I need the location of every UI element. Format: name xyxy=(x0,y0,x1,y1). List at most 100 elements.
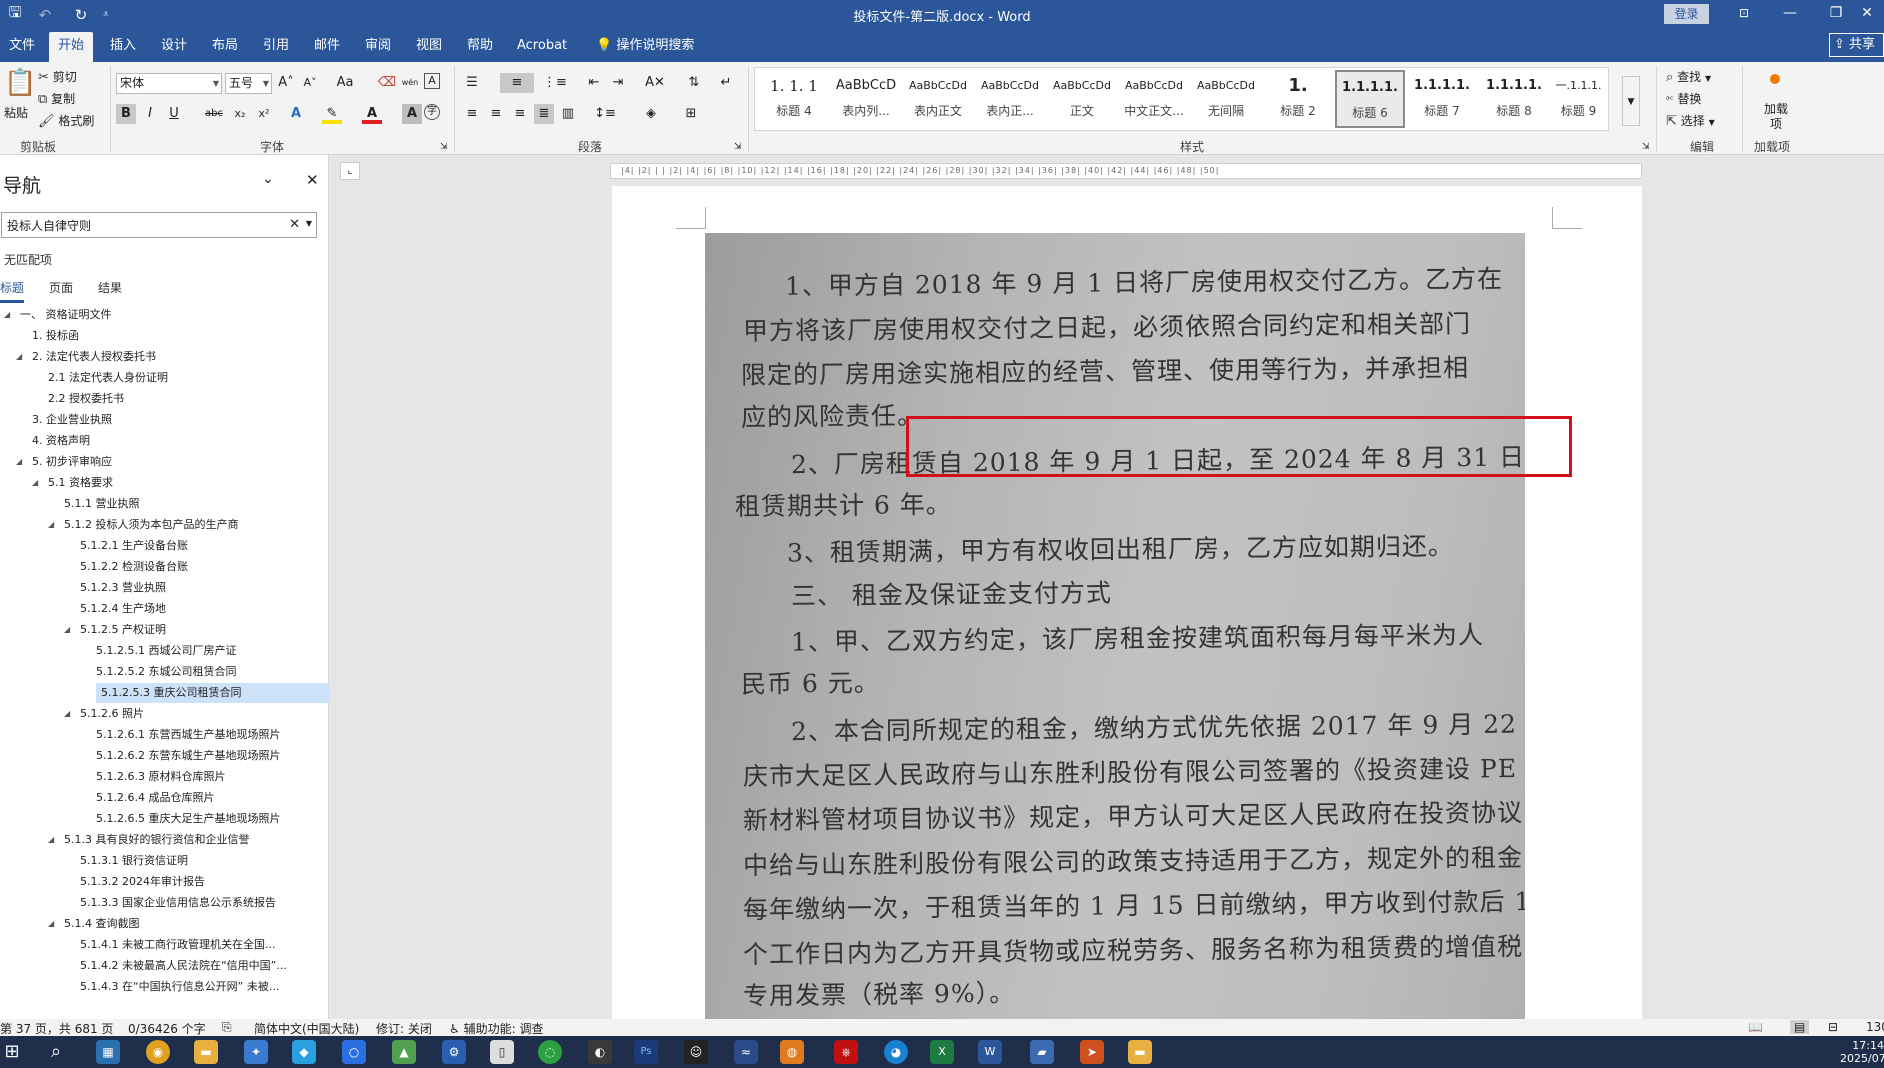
close-icon[interactable]: ✕ xyxy=(306,171,319,189)
app-orange-icon[interactable]: ◍ xyxy=(780,1040,804,1064)
sort-icon[interactable]: ⇅ xyxy=(684,73,704,93)
read-mode-icon[interactable]: 📖 xyxy=(1748,1020,1763,1034)
scanned-contract-image[interactable]: 1、甲方自 2018 年 9 月 1 日将厂房使用权交付乙方。乙方在 甲方将该厂房… xyxy=(705,233,1525,1019)
style-heading-6[interactable]: 1.1.1.1. 标题 6 xyxy=(1335,70,1405,128)
chevron-down-icon[interactable]: ⌄ xyxy=(262,171,274,187)
search-options-icon[interactable]: ▼ xyxy=(306,219,312,228)
expand-toggle-icon[interactable]: ◢ xyxy=(16,347,22,367)
align-left-icon[interactable]: ≡ xyxy=(462,104,482,124)
ribbon-display-icon[interactable]: ⊡ xyxy=(1721,0,1767,29)
nav-heading-item[interactable]: 5.1.2.5.2 东城公司租赁合同 xyxy=(0,662,320,682)
nav-heading-item[interactable]: ◢ 5.1.3 具有良好的银行资信和企业信誉 xyxy=(0,830,320,850)
paste-label[interactable]: 粘贴 xyxy=(4,104,28,121)
align-right-icon[interactable]: ≡ xyxy=(510,104,530,124)
excel-icon[interactable]: X xyxy=(930,1040,954,1064)
tab-review[interactable]: 审阅 xyxy=(356,36,400,56)
shrink-font-button[interactable]: A˅ xyxy=(300,73,320,93)
web-layout-icon[interactable]: ⊟ xyxy=(1828,1020,1838,1034)
folder-icon[interactable]: ▬ xyxy=(194,1040,218,1064)
nav-heading-item[interactable]: 5.1.2.3 营业执照 xyxy=(0,578,320,598)
copy-button[interactable]: ⧉ 复制 xyxy=(38,90,75,107)
replace-button[interactable]: ᵃᶜ 替换 xyxy=(1666,90,1701,107)
language-status[interactable]: 简体中文(中国大陆) xyxy=(254,1020,359,1037)
nav-heading-item[interactable]: ◢ 5.1.2.5 产权证明 xyxy=(0,620,320,640)
select-button[interactable]: ⇱ 选择 ▼ xyxy=(1666,112,1715,129)
style-no-spacing[interactable]: AaBbCcDd 无间隔 xyxy=(1191,70,1261,128)
windows-start-icon[interactable]: ⊞ xyxy=(0,1040,24,1064)
align-center-icon[interactable]: ≡ xyxy=(486,104,506,124)
acrobat-icon[interactable]: ⎈ xyxy=(834,1040,858,1064)
nav-heading-item[interactable]: 5.1.2.6.3 原材料仓库照片 xyxy=(0,767,320,787)
share-button[interactable]: ⇪ 共享 xyxy=(1829,33,1884,57)
app-blue-icon[interactable]: ⚙ xyxy=(442,1040,466,1064)
app-bird-icon[interactable]: ➤ xyxy=(1080,1040,1104,1064)
qq-icon[interactable]: ☺ xyxy=(684,1040,708,1064)
styles-dialog-launcher-icon[interactable]: ⇲ xyxy=(1642,142,1650,152)
folder-icon[interactable]: ▬ xyxy=(1128,1040,1152,1064)
tab-acrobat[interactable]: Acrobat xyxy=(508,36,576,56)
horizontal-ruler[interactable]: |4| |2| | | |2| |4| |6| |8| |10| |12| |1… xyxy=(610,163,1642,179)
char-shading-icon[interactable]: A xyxy=(402,104,422,124)
app-cup-icon[interactable]: ▯ xyxy=(490,1040,514,1064)
nav-heading-item[interactable]: 5.1.2.6.4 成品仓库照片 xyxy=(0,788,320,808)
style-heading-8[interactable]: 1.1.1.1. 标题 8 xyxy=(1479,70,1549,128)
tab-insert[interactable]: 插入 xyxy=(101,36,145,56)
nav-heading-item[interactable]: 2.1 法定代表人身份证明 xyxy=(0,368,320,388)
tab-mailings[interactable]: 邮件 xyxy=(305,36,349,56)
nav-heading-item[interactable]: 5.1.2.5.1 西城公司厂房产证 xyxy=(0,641,320,661)
edge-icon[interactable]: ◕ xyxy=(884,1040,908,1064)
nav-tab-headings[interactable]: 标题 xyxy=(0,279,25,303)
addins-icon[interactable] xyxy=(1770,74,1780,84)
expand-toggle-icon[interactable]: ◢ xyxy=(64,704,70,724)
expand-toggle-icon[interactable]: ◢ xyxy=(4,305,10,325)
style-table-body[interactable]: AaBbCcDd 表内正文 xyxy=(903,70,973,128)
nav-heading-item[interactable]: 4. 资格声明 xyxy=(0,431,320,451)
decrease-indent-icon[interactable]: ⇤ xyxy=(584,73,604,93)
nav-heading-item[interactable]: ◢ 5.1.2.6 照片 xyxy=(0,704,320,724)
nav-heading-item[interactable]: 3. 企业营业执照 xyxy=(0,410,320,430)
style-heading-2[interactable]: 1. 标题 2 xyxy=(1263,70,1333,128)
nav-heading-item[interactable]: ◢ 5.1.2 投标人须为本包产品的生产商 xyxy=(0,515,320,535)
tab-file[interactable]: 文件 xyxy=(0,36,44,56)
style-chinese-body[interactable]: AaBbCcDd 中文正文... xyxy=(1119,70,1189,128)
print-layout-icon[interactable]: ▤ xyxy=(1790,1020,1810,1034)
bold-button[interactable]: B xyxy=(116,104,136,124)
strikethrough-button[interactable]: abc xyxy=(200,104,228,124)
enclose-char-icon[interactable]: 字 xyxy=(424,104,440,120)
paste-icon[interactable]: 📋 xyxy=(4,68,36,98)
tab-selector-icon[interactable]: ⌞ xyxy=(340,162,360,180)
distributed-icon[interactable]: ▥ xyxy=(558,104,578,124)
photoshop-icon[interactable]: Ps xyxy=(634,1040,658,1064)
nav-heading-item[interactable]: 5.1.1 营业执照 xyxy=(0,494,320,514)
style-normal[interactable]: AaBbCcDd 正文 xyxy=(1047,70,1117,128)
proofing-icon[interactable]: ⎘ xyxy=(222,1020,232,1035)
nav-heading-item[interactable]: ◢ 5.1.4 查询截图 xyxy=(0,914,320,934)
app-icon[interactable]: ✦ xyxy=(244,1040,268,1064)
nav-heading-item[interactable]: ◢ 5. 初步评审响应 xyxy=(0,452,320,472)
nav-tab-pages[interactable]: 页面 xyxy=(49,279,73,296)
nav-heading-item[interactable]: 5.1.3.2 2024年审计报告 xyxy=(0,872,320,892)
system-clock[interactable]: 17:14 2025/07 xyxy=(1840,1039,1884,1065)
nav-heading-item[interactable]: 5.1.2.6.1 东营西城生产基地现场照片 xyxy=(0,725,320,745)
change-case-button[interactable]: Aa xyxy=(330,73,360,93)
show-marks-icon[interactable]: ↵ xyxy=(716,73,736,93)
nav-heading-item[interactable]: 5.1.2.1 生产设备台账 xyxy=(0,536,320,556)
accessibility-status[interactable]: ♿ 辅助功能: 调查 xyxy=(449,1020,543,1037)
justify-icon[interactable]: ≣ xyxy=(534,104,554,124)
font-color-icon[interactable]: A xyxy=(362,104,382,124)
tab-design[interactable]: 设计 xyxy=(152,36,196,56)
style-heading-4[interactable]: 1. 1. 1 标题 4 xyxy=(759,70,829,128)
tab-home[interactable]: 开始 xyxy=(49,32,94,62)
nav-heading-item[interactable]: 5.1.3.1 银行资信证明 xyxy=(0,851,320,871)
calculator-icon[interactable]: ▦ xyxy=(96,1040,120,1064)
style-table-body-2[interactable]: AaBbCcDd 表内正... xyxy=(975,70,1045,128)
expand-toggle-icon[interactable]: ◢ xyxy=(32,473,38,493)
font-dialog-launcher-icon[interactable]: ⇲ xyxy=(440,142,448,152)
nav-heading-item[interactable]: 2.2 授权委托书 xyxy=(0,389,320,409)
format-painter-button[interactable]: 🖌 格式刷 xyxy=(38,112,94,129)
tab-references[interactable]: 引用 xyxy=(254,36,298,56)
multilevel-list-icon[interactable]: ⋮≡ xyxy=(540,73,570,93)
word-count[interactable]: 0/36426 个字 xyxy=(128,1020,206,1037)
nav-heading-item[interactable]: 5.1.3.3 国家企业信用信息公示系统报告 xyxy=(0,893,320,913)
font-size-combo[interactable]: 五号 ▼ xyxy=(225,73,272,94)
